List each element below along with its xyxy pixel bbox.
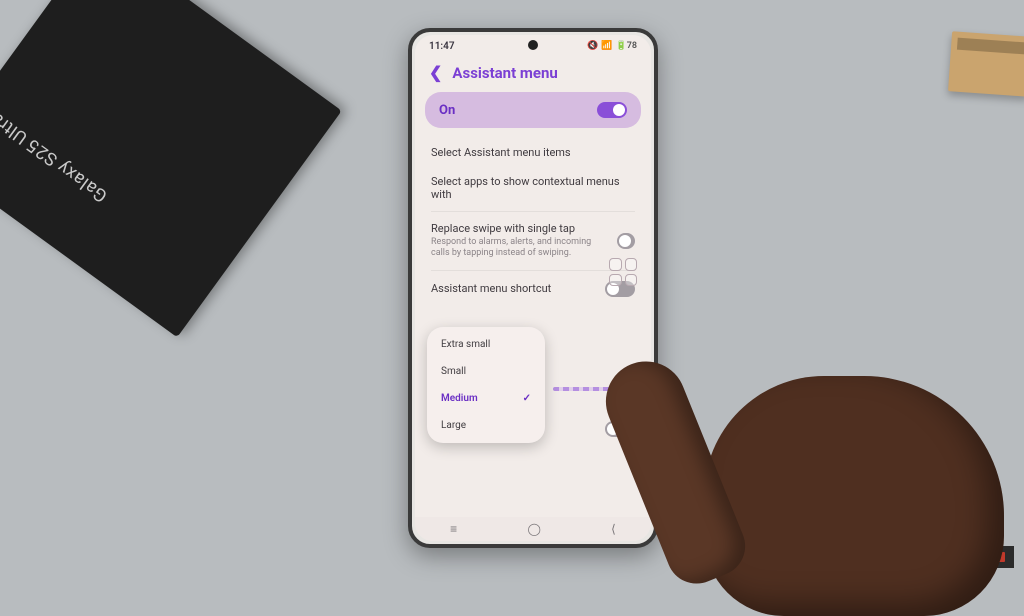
item-label: Assistant menu shortcut — [431, 282, 551, 295]
battery-icon: 🔋78 — [615, 41, 637, 51]
page-title: Assistant menu — [452, 64, 557, 82]
option-label: Small — [441, 366, 466, 377]
divider — [431, 270, 635, 271]
item-label: Replace swipe with single tap — [431, 222, 611, 235]
cursor-size-dropdown: Extra small Small Medium ✓ Large — [427, 327, 545, 443]
dropdown-option-large[interactable]: Large — [427, 412, 545, 439]
back-button[interactable]: ⟨ — [611, 522, 616, 536]
replace-swipe-switch[interactable] — [617, 233, 635, 249]
android-nav-bar: ≡ ◯ ⟨ — [415, 517, 651, 541]
floating-assistant-icon[interactable] — [609, 258, 637, 286]
item-select-menu-items[interactable]: Select Assistant menu items — [431, 138, 635, 167]
size-slider[interactable] — [553, 387, 611, 391]
product-box-prop: Galaxy S25 Ultra — [0, 0, 342, 337]
recents-button[interactable]: ≡ — [450, 522, 457, 536]
wifi-icon: 📶 — [601, 41, 612, 51]
item-select-contextual-apps[interactable]: Select apps to show contextual menus wit… — [431, 167, 635, 209]
option-label: Medium — [441, 393, 478, 404]
divider — [431, 211, 635, 212]
increase-icon[interactable]: + — [619, 380, 627, 396]
back-icon[interactable]: ❮ — [429, 63, 442, 82]
status-icons: 🔇 📶 🔋78 — [587, 41, 637, 51]
show-edge-switch[interactable] — [605, 421, 635, 437]
item-sublabel: Respond to alarms, alerts, and incoming … — [431, 237, 611, 260]
check-icon: ✓ — [523, 393, 531, 404]
item-label: Select apps to show contextual menus wit… — [431, 175, 635, 201]
front-camera — [528, 40, 538, 50]
product-box-label: Galaxy S25 Ultra — [0, 108, 112, 207]
status-time: 11:47 — [429, 41, 455, 52]
mute-icon: 🔇 — [587, 41, 598, 51]
master-toggle-tile[interactable]: On — [425, 92, 641, 128]
master-toggle-label: On — [439, 103, 455, 118]
home-button[interactable]: ◯ — [527, 522, 540, 536]
wooden-prop — [948, 31, 1024, 96]
dropdown-option-medium[interactable]: Medium ✓ — [427, 385, 545, 412]
item-replace-swipe[interactable]: Replace swipe with single tap Respond to… — [431, 214, 635, 268]
phone-screen: 11:47 🔇 📶 🔋78 ❮ Assistant menu On Select… — [415, 35, 651, 541]
option-label: Large — [441, 420, 466, 431]
item-shortcut[interactable]: Assistant menu shortcut — [431, 273, 635, 305]
master-toggle-switch[interactable] — [597, 102, 627, 118]
dropdown-option-small[interactable]: Small — [427, 358, 545, 385]
page-header: ❮ Assistant menu — [415, 57, 651, 92]
dropdown-option-extra-small[interactable]: Extra small — [427, 331, 545, 358]
channel-watermark — [982, 546, 1014, 568]
phone-frame: 11:47 🔇 📶 🔋78 ❮ Assistant menu On Select… — [408, 28, 658, 548]
item-label: Select Assistant menu items — [431, 146, 635, 159]
option-label: Extra small — [441, 339, 490, 350]
